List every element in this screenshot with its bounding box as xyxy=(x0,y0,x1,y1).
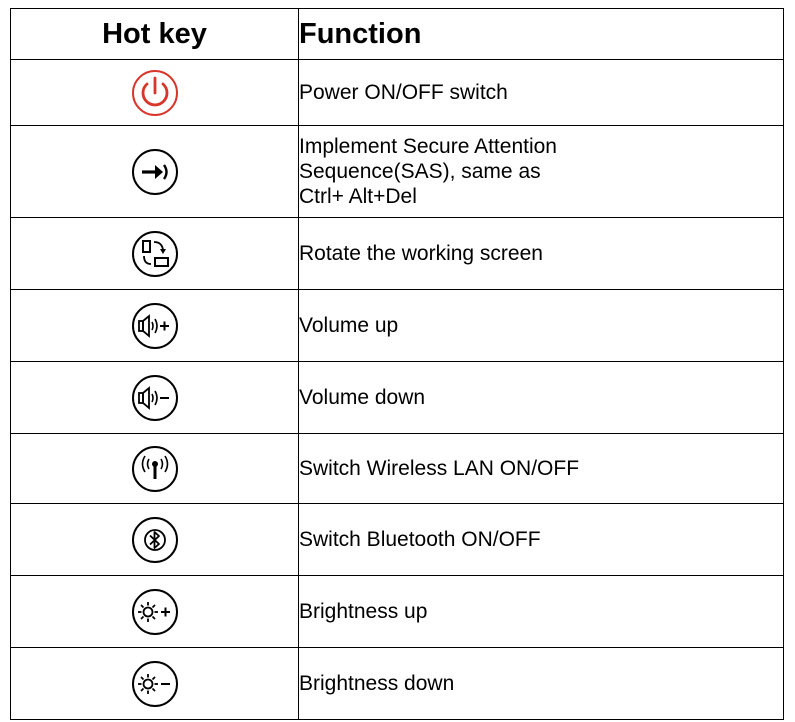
secure-attention-sequence-icon xyxy=(131,148,179,196)
rotate-screen-icon xyxy=(131,230,179,278)
brightness-up-icon xyxy=(131,588,179,636)
volume-up-icon xyxy=(131,302,179,350)
hotkey-cell xyxy=(10,647,299,720)
table-row: Implement Secure Attention Sequence(SAS)… xyxy=(10,125,784,218)
function-cell: Volume up xyxy=(298,289,784,362)
function-line: Sequence(SAS), same as xyxy=(299,160,541,183)
function-cell: Brightness up xyxy=(298,575,784,648)
power-icon xyxy=(131,69,179,117)
table-row: Rotate the working screen xyxy=(10,217,784,290)
table-row: Switch Wireless LAN ON/OFF xyxy=(10,433,784,504)
function-line: Ctrl+ Alt+Del xyxy=(299,185,417,208)
hotkey-cell xyxy=(10,217,299,290)
hotkey-table: Hot key Function Power ON/OFF switch Imp… xyxy=(10,8,784,720)
table-row: Brightness up xyxy=(10,575,784,648)
wireless-lan-icon xyxy=(131,445,179,493)
column-header-function: Function xyxy=(298,8,784,60)
hotkey-cell xyxy=(10,503,299,576)
function-cell: Volume down xyxy=(298,361,784,434)
table-row: Power ON/OFF switch xyxy=(10,59,784,126)
brightness-down-icon xyxy=(131,660,179,708)
hotkey-cell xyxy=(10,433,299,504)
bluetooth-icon xyxy=(131,516,179,564)
hotkey-cell xyxy=(10,125,299,218)
column-header-hotkey: Hot key xyxy=(10,8,299,60)
table-header-row: Hot key Function xyxy=(10,8,784,60)
hotkey-cell xyxy=(10,361,299,434)
function-cell: Switch Bluetooth ON/OFF xyxy=(298,503,784,576)
function-cell: Implement Secure Attention Sequence(SAS)… xyxy=(298,125,784,218)
function-cell: Power ON/OFF switch xyxy=(298,59,784,126)
function-cell: Rotate the working screen xyxy=(298,217,784,290)
volume-down-icon xyxy=(131,374,179,422)
function-cell: Brightness down xyxy=(298,647,784,720)
table-row: Switch Bluetooth ON/OFF xyxy=(10,503,784,576)
function-line: Implement Secure Attention xyxy=(299,135,557,158)
table-row: Volume down xyxy=(10,361,784,434)
table-row: Brightness down xyxy=(10,647,784,720)
hotkey-cell xyxy=(10,575,299,648)
hotkey-cell xyxy=(10,59,299,126)
function-cell: Switch Wireless LAN ON/OFF xyxy=(298,433,784,504)
table-row: Volume up xyxy=(10,289,784,362)
hotkey-cell xyxy=(10,289,299,362)
